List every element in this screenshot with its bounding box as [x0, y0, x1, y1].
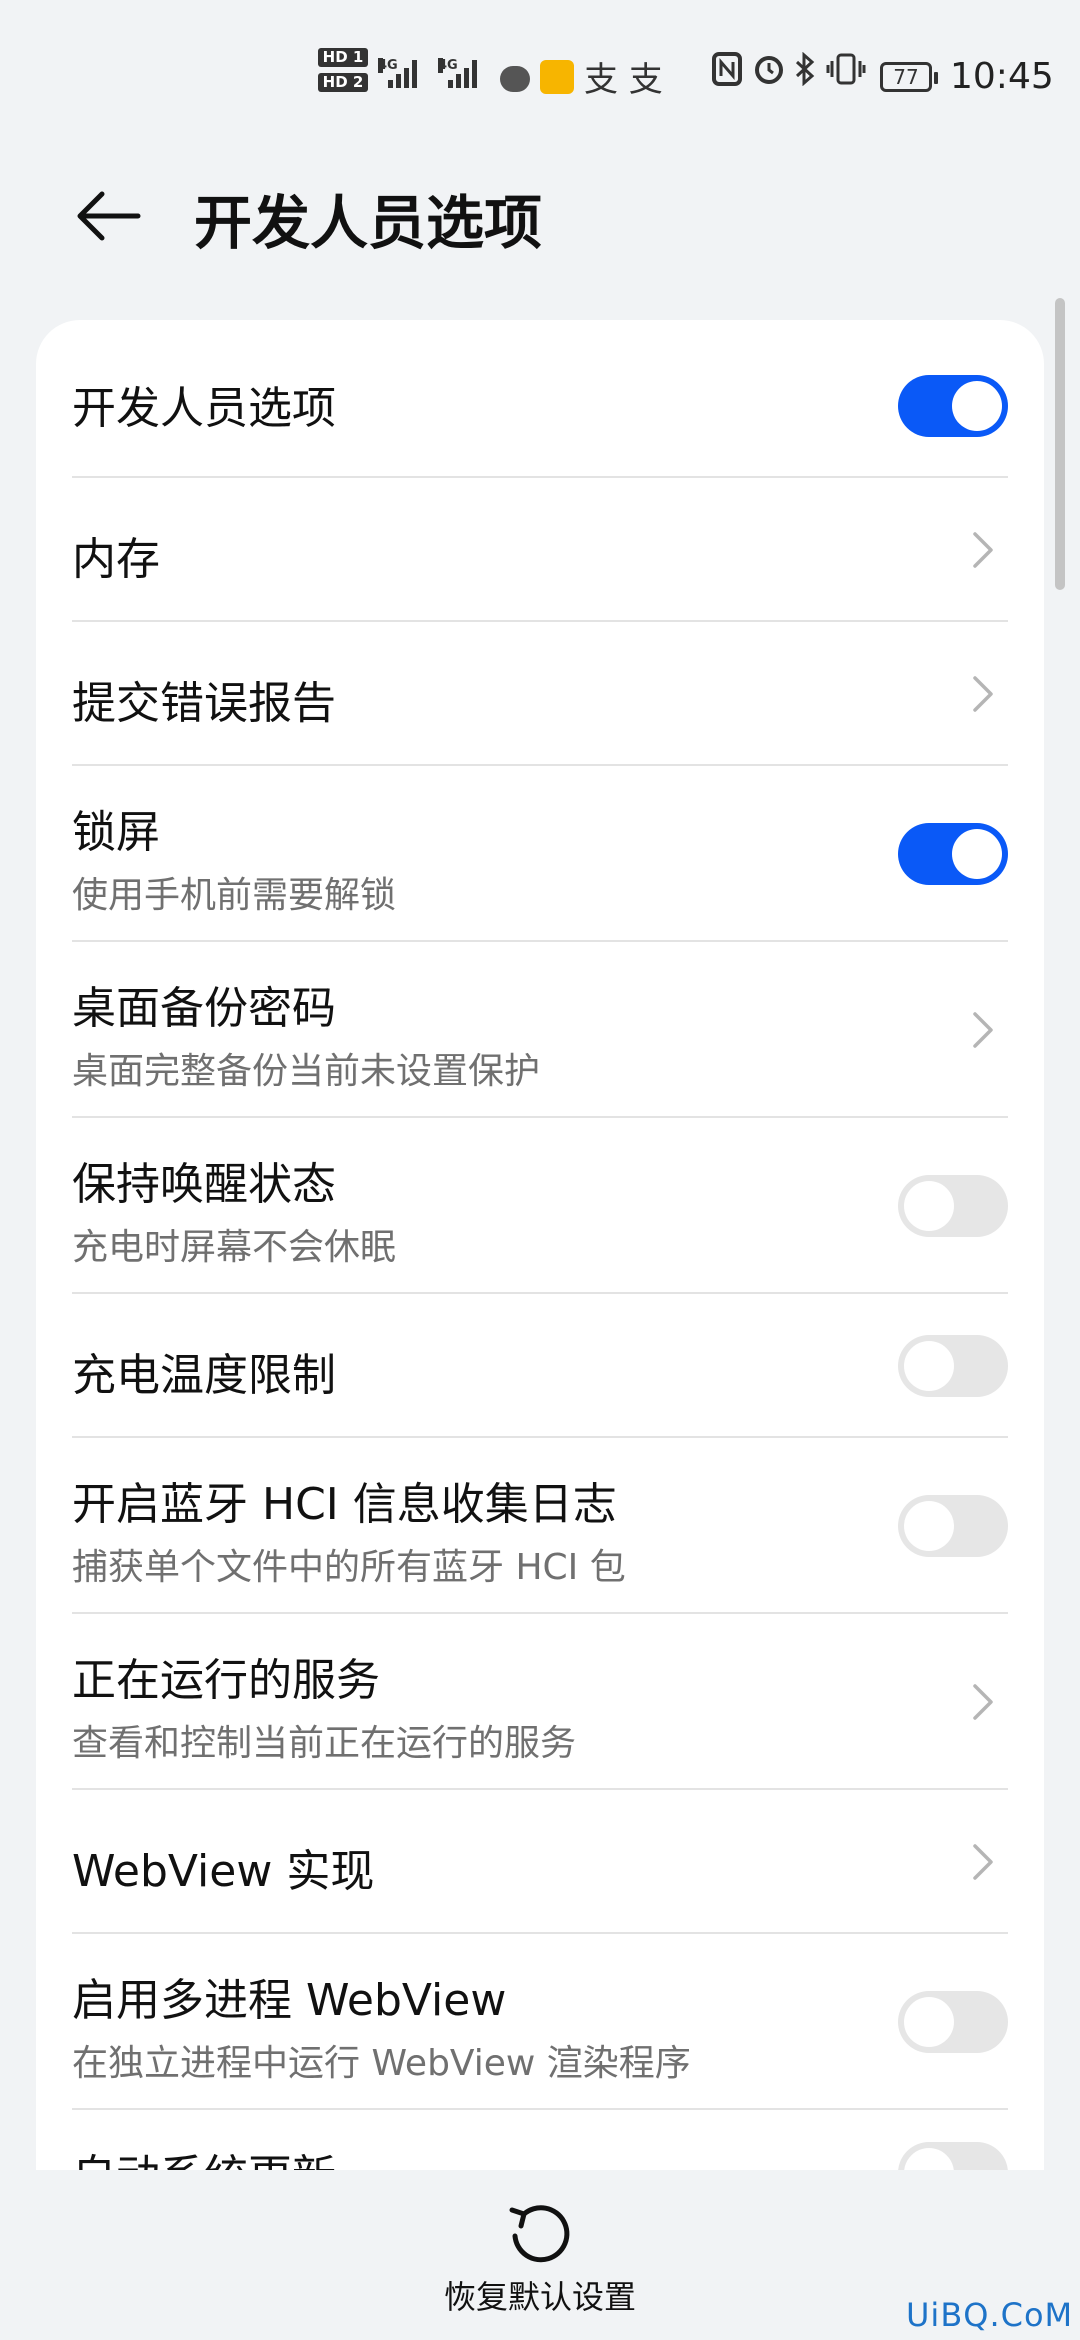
status-bar: HD 1 HD 2 4G 4G 支 支 77 10:45 [0, 0, 1080, 160]
setting-bug-report[interactable]: 提交错误报告 [72, 622, 1008, 766]
setting-desktop-backup-password[interactable]: 桌面备份密码 桌面完整备份当前未设置保护 [72, 942, 1008, 1118]
setting-title: 充电温度限制 [72, 1350, 336, 1401]
stay-awake-toggle[interactable] [898, 1175, 1008, 1237]
toggle-knob [904, 2148, 954, 2170]
signal-2-icon: 4G [438, 58, 477, 88]
nfc-icon [712, 52, 742, 94]
toggle-knob [904, 1341, 954, 1391]
multiprocess-webview-toggle[interactable] [898, 1991, 1008, 2053]
setting-subtitle: 捕获单个文件中的所有蓝牙 HCI 包 [72, 1547, 626, 1588]
setting-title: 内存 [72, 534, 160, 585]
setting-bluetooth-hci-log[interactable]: 开启蓝牙 HCI 信息收集日志 捕获单个文件中的所有蓝牙 HCI 包 [72, 1438, 1008, 1614]
signal-1-icon: 4G [378, 58, 417, 88]
toggle-knob [904, 1181, 954, 1231]
lock-screen-toggle[interactable] [898, 823, 1008, 885]
setting-stay-awake[interactable]: 保持唤醒状态 充电时屏幕不会休眠 [72, 1118, 1008, 1294]
setting-title: 锁屏 [72, 807, 160, 858]
watermark: UiBQ.CoM [906, 2296, 1074, 2334]
bluetooth-icon [794, 51, 816, 95]
mail-app-icon [540, 60, 574, 94]
setting-title: 保持唤醒状态 [72, 1159, 336, 1210]
toggle-knob [904, 1997, 954, 2047]
charging-temp-toggle[interactable] [898, 1335, 1008, 1397]
chevron-right-icon [973, 532, 993, 568]
toggle-knob [952, 381, 1002, 431]
chevron-right-icon [973, 1012, 993, 1048]
alarm-icon [752, 52, 786, 95]
setting-title: WebView 实现 [72, 1846, 375, 1897]
clock: 10:45 [950, 56, 1054, 97]
setting-lock-screen[interactable]: 锁屏 使用手机前需要解锁 [72, 766, 1008, 942]
chevron-right-icon [973, 1684, 993, 1720]
setting-title: 桌面备份密码 [72, 983, 336, 1034]
setting-title: 启用多进程 WebView [72, 1975, 507, 2026]
setting-subtitle: 在独立进程中运行 WebView 渲染程序 [72, 2043, 691, 2084]
bluetooth-hci-toggle[interactable] [898, 1495, 1008, 1557]
setting-subtitle: 查看和控制当前正在运行的服务 [72, 1723, 577, 1764]
setting-title: 开启蓝牙 HCI 信息收集日志 [72, 1479, 617, 1530]
toggle-knob [952, 829, 1002, 879]
setting-charging-temp-limit[interactable]: 充电温度限制 [72, 1294, 1008, 1438]
chevron-right-icon [973, 1844, 993, 1880]
setting-title: 开发人员选项 [72, 383, 336, 434]
setting-multiprocess-webview[interactable]: 启用多进程 WebView 在独立进程中运行 WebView 渲染程序 [72, 1934, 1008, 2110]
page-title: 开发人员选项 [194, 189, 543, 257]
setting-title: 自动系统更新 [72, 2140, 336, 2170]
hd2-label: HD 2 [318, 73, 368, 92]
vibrate-icon [826, 52, 866, 95]
chevron-right-icon [973, 676, 993, 712]
setting-subtitle: 充电时屏幕不会休眠 [72, 1227, 397, 1268]
scrollbar[interactable] [1055, 298, 1065, 590]
setting-title: 提交错误报告 [72, 678, 336, 729]
settings-card: 开发人员选项 内存 提交错误报告 锁屏 使用手机前需要解锁 桌面备份密码 桌面完… [36, 320, 1044, 2170]
restore-icon[interactable] [504, 2196, 576, 2268]
setting-title: 正在运行的服务 [72, 1655, 380, 1706]
setting-developer-options[interactable]: 开发人员选项 [72, 320, 1008, 478]
toggle-knob [904, 1501, 954, 1551]
auto-update-toggle[interactable] [898, 2142, 1008, 2170]
setting-webview-implementation[interactable]: WebView 实现 [72, 1790, 1008, 1934]
wechat-icon [500, 66, 530, 92]
hd1-label: HD 1 [318, 48, 368, 67]
battery-icon: 77 [880, 62, 938, 92]
net2-label: 4G [438, 58, 458, 73]
setting-running-services[interactable]: 正在运行的服务 查看和控制当前正在运行的服务 [72, 1614, 1008, 1790]
back-arrow-icon[interactable] [72, 180, 144, 252]
developer-options-toggle[interactable] [898, 375, 1008, 437]
setting-memory[interactable]: 内存 [72, 478, 1008, 622]
net1-label: 4G [378, 58, 398, 73]
hd-call-indicator: HD 1 HD 2 [318, 48, 368, 98]
setting-auto-system-update[interactable]: 自动系统更新 [72, 2110, 1008, 2170]
alipay-icons: 支 支 [584, 60, 663, 100]
setting-subtitle: 桌面完整备份当前未设置保护 [72, 1051, 541, 1092]
setting-subtitle: 使用手机前需要解锁 [72, 875, 397, 916]
